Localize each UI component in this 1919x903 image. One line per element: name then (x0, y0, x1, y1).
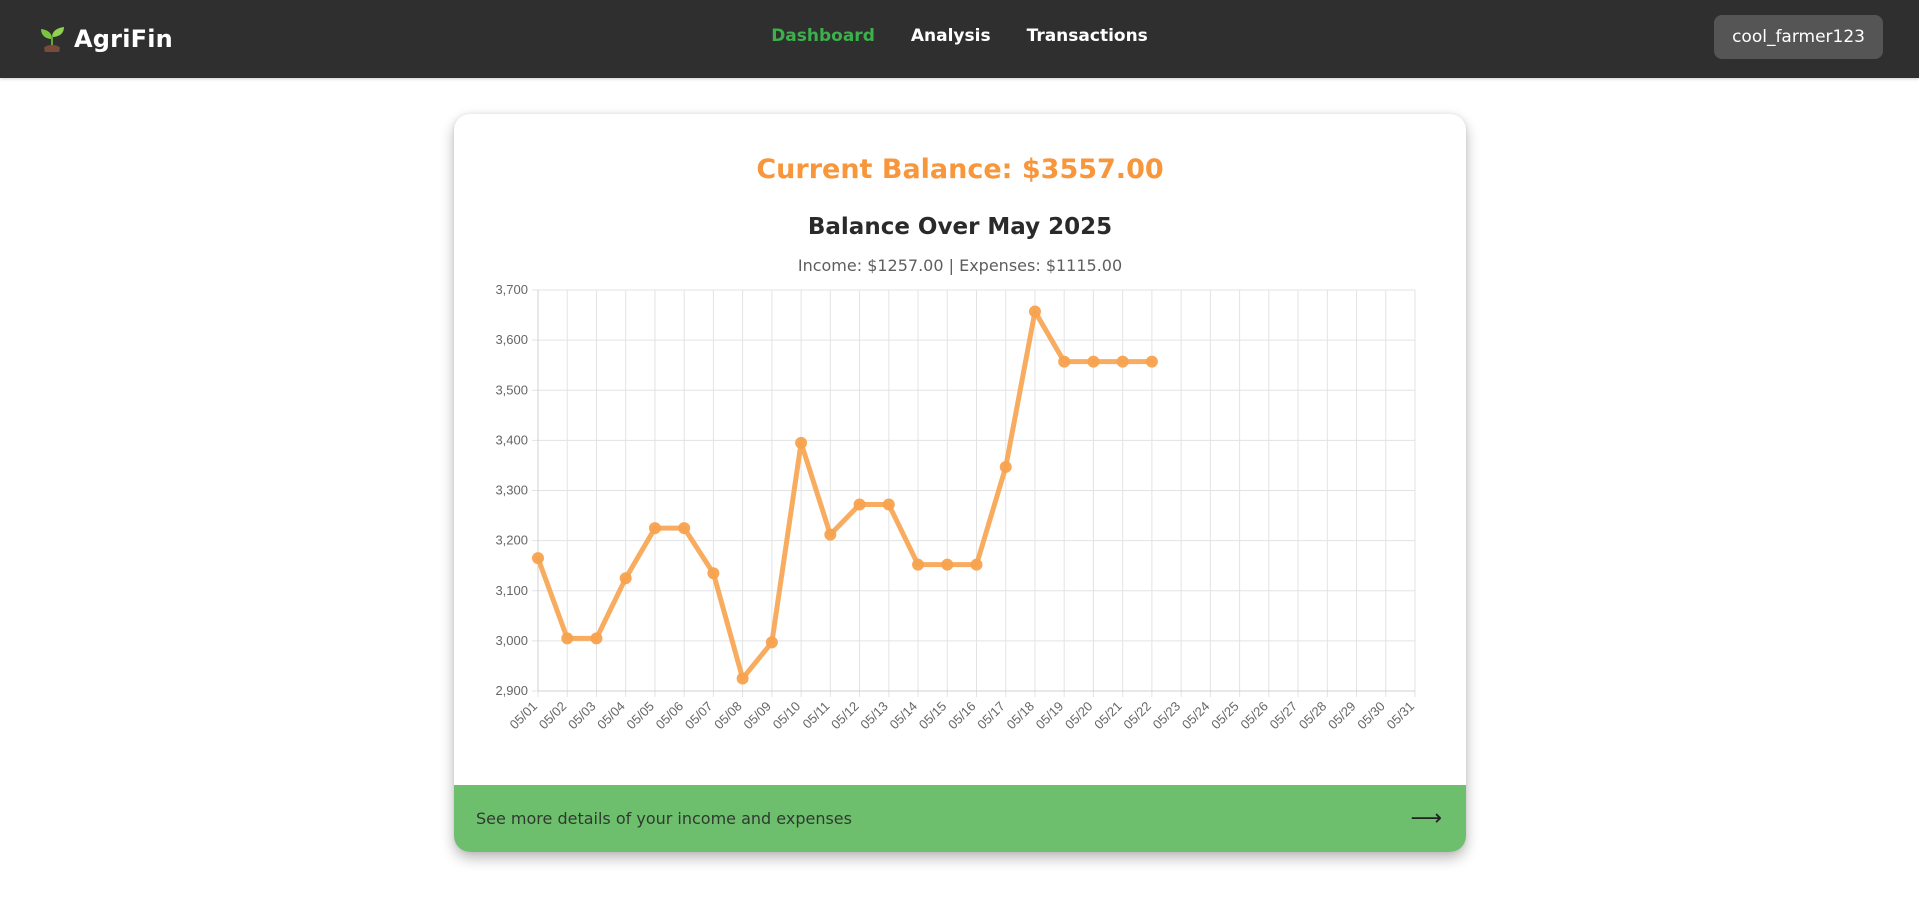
y-tick-label: 3,100 (495, 583, 528, 598)
data-point (765, 636, 778, 649)
y-tick-label: 3,300 (495, 483, 528, 498)
data-point (619, 572, 632, 585)
data-point (707, 567, 720, 580)
data-point (1058, 355, 1071, 368)
x-tick-label: 05/26 (1237, 699, 1271, 733)
y-tick-label: 3,700 (495, 284, 528, 297)
x-tick-label: 05/21 (1091, 699, 1125, 733)
x-tick-label: 05/27 (1267, 699, 1301, 733)
x-tick-label: 05/20 (1062, 699, 1096, 733)
nav-dashboard[interactable]: Dashboard (771, 26, 875, 46)
y-tick-label: 3,000 (495, 633, 528, 648)
data-point (736, 672, 749, 685)
x-tick-label: 05/29 (1325, 699, 1359, 733)
x-tick-label: 05/06 (653, 699, 687, 733)
x-tick-label: 05/18 (1003, 699, 1037, 733)
y-tick-label: 2,900 (495, 683, 528, 698)
x-tick-label: 05/02 (536, 699, 570, 733)
x-tick-label: 05/04 (594, 699, 628, 733)
x-tick-label: 05/10 (770, 699, 804, 733)
main-nav: Dashboard Analysis Transactions (0, 0, 1919, 78)
y-tick-label: 3,500 (495, 382, 528, 397)
x-tick-label: 05/14 (887, 699, 921, 733)
x-tick-label: 05/22 (1120, 699, 1154, 733)
brand[interactable]: AgriFin (38, 22, 173, 56)
y-tick-label: 3,400 (495, 432, 528, 447)
user-menu-button[interactable]: cool_farmer123 (1714, 15, 1883, 59)
current-balance: Current Balance: $3557.00 (756, 154, 1164, 185)
x-tick-label: 05/28 (1296, 699, 1330, 733)
nav-analysis[interactable]: Analysis (911, 26, 991, 46)
chart-title: Balance Over May 2025 (807, 214, 1113, 240)
arrow-right-icon: ⟶ (1410, 805, 1442, 831)
balance-line (535, 309, 1155, 681)
x-tick-label: 05/01 (507, 699, 541, 733)
data-point (648, 522, 661, 535)
balance-card: Current Balance: $3557.00 Balance Over M… (454, 114, 1466, 852)
x-tick-label: 05/03 (565, 699, 599, 733)
details-link-label: See more details of your income and expe… (476, 809, 852, 828)
seedling-icon (41, 27, 64, 52)
balance-chart: 2,900 3,000 3,100 3,200 3,300 3,400 3,500 3,600… (454, 284, 1466, 852)
x-tick-label: 05/24 (1179, 699, 1213, 733)
data-point (1116, 355, 1129, 368)
x-tick-label: 05/12 (828, 699, 862, 733)
data-point (532, 552, 544, 565)
y-tick-label: 3,600 (495, 332, 528, 347)
top-navbar: AgriFin Dashboard Analysis Transactions … (0, 0, 1919, 78)
x-tick-label: 05/05 (623, 699, 657, 733)
details-link[interactable]: See more details of your income and expe… (454, 785, 1466, 852)
y-tick-label: 3,200 (495, 533, 528, 548)
x-tick-label: 05/11 (800, 699, 833, 732)
x-tick-label: 05/23 (1150, 699, 1184, 733)
data-point (561, 632, 574, 645)
data-point (970, 558, 983, 571)
nav-transactions[interactable]: Transactions (1027, 26, 1148, 46)
chart-subtitle: Income: $1257.00 | Expenses: $1115.00 (797, 256, 1123, 275)
x-tick-label: 05/13 (857, 699, 891, 733)
x-tick-label: 05/19 (1033, 699, 1067, 733)
x-tick-label: 05/15 (916, 699, 950, 733)
data-point (853, 498, 866, 511)
x-tick-label: 05/31 (1384, 699, 1418, 733)
balance-line-chart: 2,900 3,000 3,100 3,200 3,300 3,400 3,500 3,600… (495, 284, 1418, 733)
x-tick-label: 05/08 (711, 699, 745, 733)
data-point (941, 558, 954, 571)
brand-name: AgriFin (74, 25, 173, 53)
x-tick-label: 05/09 (740, 699, 774, 733)
data-point (1087, 355, 1100, 368)
x-tick-label: 05/17 (974, 699, 1008, 733)
data-point (999, 460, 1012, 473)
x-tick-label: 05/07 (682, 699, 716, 733)
data-point (912, 558, 925, 571)
data-point (824, 528, 837, 541)
data-point (1145, 355, 1158, 368)
data-point (882, 498, 895, 511)
data-point (1028, 305, 1041, 318)
data-point (678, 522, 691, 535)
x-tick-label: 05/30 (1354, 699, 1388, 733)
data-point (590, 632, 603, 645)
x-tick-label: 05/25 (1208, 699, 1242, 733)
x-tick-label: 05/16 (945, 699, 979, 733)
data-point (795, 436, 808, 449)
